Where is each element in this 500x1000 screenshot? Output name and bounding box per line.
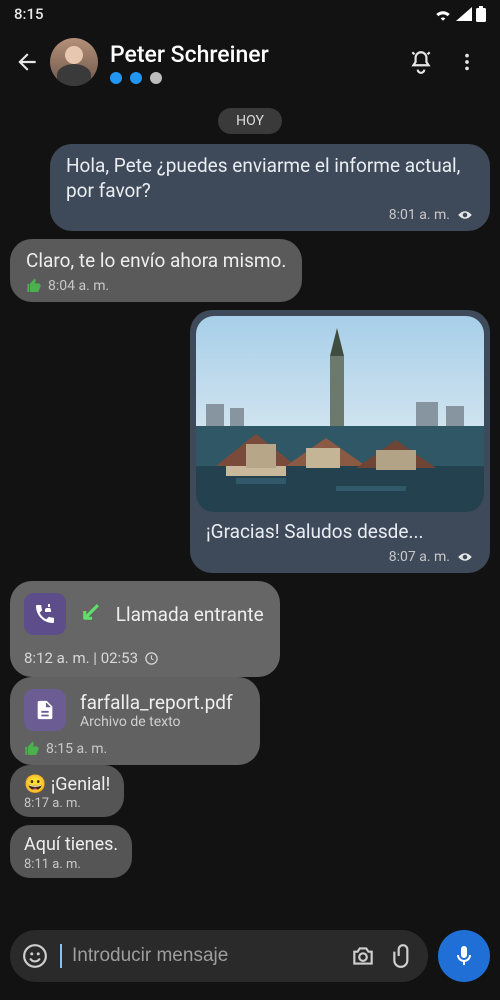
status-bar: 8:15 xyxy=(0,0,500,28)
contact-name: Peter Schreiner xyxy=(110,41,398,68)
clock-icon xyxy=(144,651,159,666)
message-text: 😀 ¡Genial! xyxy=(24,773,110,796)
paperclip-icon xyxy=(390,943,416,969)
file-name: farfalla_report.pdf xyxy=(80,691,233,714)
arrow-left-icon xyxy=(14,49,40,75)
seen-icon xyxy=(456,550,474,564)
camera-icon xyxy=(350,943,376,969)
more-vert-icon xyxy=(456,51,478,73)
text-cursor xyxy=(60,944,62,968)
file-icon xyxy=(24,689,66,731)
signal-icon xyxy=(456,7,472,21)
message-input[interactable] xyxy=(72,945,338,967)
call-meta: 8:12 a. m. | 02:53 xyxy=(24,649,138,667)
photo-thumbnail[interactable] xyxy=(196,316,484,512)
thumbs-up-icon xyxy=(24,741,40,757)
day-separator: HOY xyxy=(218,108,282,134)
call-secure-icon xyxy=(24,593,66,635)
message-file[interactable]: farfalla_report.pdf Archivo de texto 8:1… xyxy=(10,677,260,765)
battery-icon xyxy=(476,6,486,22)
mic-icon xyxy=(452,944,476,968)
message-text: Claro, te lo envío ahora mismo. xyxy=(26,249,286,274)
messages-pane[interactable]: HOY Hola, Pete ¿puedes enviarme el infor… xyxy=(0,96,500,924)
composer xyxy=(0,924,500,1000)
presence-dots xyxy=(110,72,398,84)
message-in-3[interactable]: Aquí tienes. 8:11 a. m. xyxy=(10,825,132,877)
message-timestamp: 8:15 a. m. xyxy=(46,741,107,757)
photo-caption: ¡Gracias! Saludos desde... xyxy=(196,512,484,545)
smiley-icon xyxy=(22,943,48,969)
bell-icon xyxy=(408,49,434,75)
status-icons xyxy=(434,6,486,22)
message-timestamp: 8:04 a. m. xyxy=(48,278,109,294)
status-time: 8:15 xyxy=(14,5,44,23)
message-out-photo[interactable]: ¡Gracias! Saludos desde... 8:07 a. m. xyxy=(190,310,490,573)
back-button[interactable] xyxy=(10,49,44,75)
message-call[interactable]: ↙ Llamada entrante 8:12 a. m. | 02:53 xyxy=(10,581,280,677)
contact-avatar[interactable] xyxy=(50,38,98,86)
message-timestamp: 8:11 a. m. xyxy=(24,857,118,872)
seen-icon xyxy=(456,208,474,222)
message-timestamp: 8:07 a. m. xyxy=(389,549,450,565)
message-out-1[interactable]: Hola, Pete ¿puedes enviarme el informe a… xyxy=(50,144,490,231)
message-in-1[interactable]: Claro, te lo envío ahora mismo. 8:04 a. … xyxy=(10,239,302,302)
notifications-button[interactable] xyxy=(398,49,444,75)
wifi-icon xyxy=(434,7,452,21)
input-pill[interactable] xyxy=(10,930,428,982)
voice-record-button[interactable] xyxy=(438,930,490,982)
thumbs-up-icon xyxy=(26,278,42,294)
message-timestamp: 8:01 a. m. xyxy=(389,207,450,223)
app-bar: Peter Schreiner xyxy=(0,28,500,96)
call-title: Llamada entrante xyxy=(116,603,264,626)
message-text: Aquí tienes. xyxy=(24,833,118,856)
emoji-button[interactable] xyxy=(20,943,50,969)
message-in-2[interactable]: 😀 ¡Genial! 8:17 a. m. xyxy=(10,765,124,817)
contact-title-block[interactable]: Peter Schreiner xyxy=(110,41,398,84)
attach-button[interactable] xyxy=(388,943,418,969)
camera-button[interactable] xyxy=(348,943,378,969)
incoming-arrow-icon: ↙ xyxy=(80,597,102,627)
message-text: Hola, Pete ¿puedes enviarme el informe a… xyxy=(66,154,474,203)
overflow-menu-button[interactable] xyxy=(444,51,490,73)
file-subtitle: Archivo de texto xyxy=(80,714,233,730)
message-timestamp: 8:17 a. m. xyxy=(24,796,110,811)
